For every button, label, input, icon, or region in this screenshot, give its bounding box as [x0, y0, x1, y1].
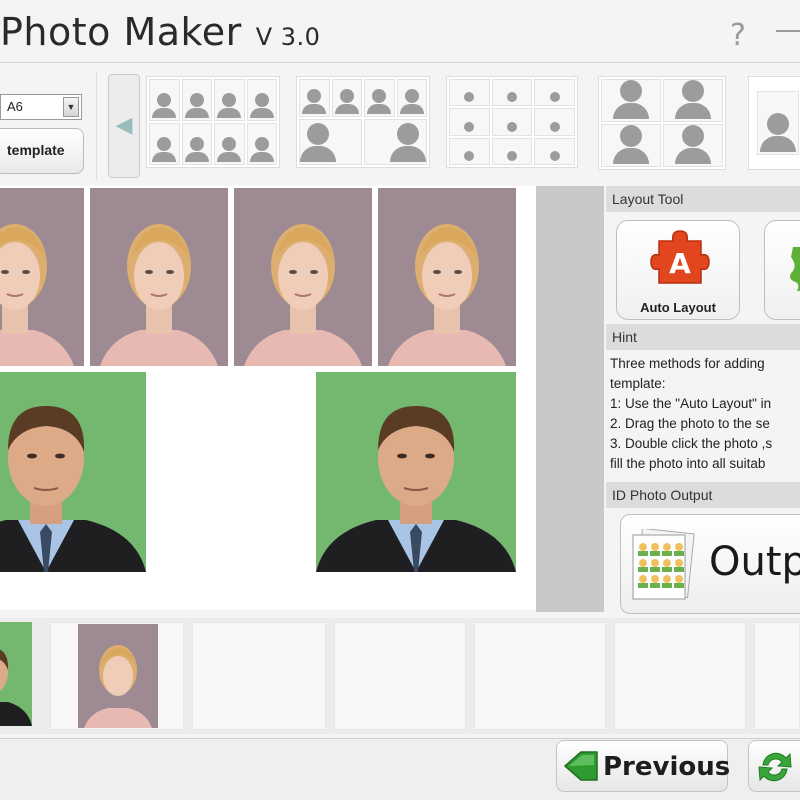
app-version: V 3.0 [255, 23, 321, 51]
paper-size-select[interactable]: A6 ▼ [0, 94, 82, 120]
tray-photo-woman[interactable] [78, 624, 158, 728]
app-title: Photo Maker V 3.0 [0, 10, 320, 54]
template-cell [214, 123, 245, 165]
layout-tool-header: Layout Tool [606, 186, 800, 212]
green-puzzle-icon [790, 247, 800, 291]
tray-slot[interactable] [334, 622, 466, 730]
template-cell [491, 108, 533, 136]
hint-line: fill the photo into all suitab [610, 456, 766, 471]
template-option-4-photos[interactable] [598, 76, 726, 170]
template-cell [449, 79, 490, 107]
template-cell [181, 123, 212, 165]
template-cell [181, 79, 212, 121]
tray-slot[interactable] [614, 622, 746, 730]
template-cell [299, 119, 362, 165]
template-cell [491, 79, 533, 107]
template-cell [299, 79, 330, 118]
template-cell [449, 108, 490, 136]
template-cell [449, 137, 490, 165]
divider [96, 72, 97, 180]
hint-line: template: [610, 376, 666, 391]
auto-layout-label: Auto Layout [640, 300, 716, 315]
template-cell [663, 79, 723, 122]
minimize-icon[interactable] [776, 30, 800, 42]
output-button[interactable]: Outp [620, 514, 800, 614]
template-cell [246, 123, 277, 165]
chevron-down-icon[interactable]: ▼ [63, 97, 79, 117]
template-cell [491, 137, 533, 165]
photo-sheet-icon [632, 529, 695, 600]
photo-maker-window: Photo Maker V 3.0 ? A6 ▼ template ◀ Layo… [0, 0, 800, 800]
output-label: Outp [709, 539, 800, 585]
divider [0, 62, 800, 63]
template-cell [601, 79, 661, 122]
template-option-6-photos[interactable] [296, 76, 430, 168]
template-button[interactable]: template [0, 128, 84, 174]
canvas-scrollbar[interactable] [536, 186, 604, 612]
template-cell [364, 119, 427, 165]
help-icon[interactable]: ? [730, 18, 746, 53]
template-cell [331, 79, 362, 118]
hint-line: 3. Double click the photo ,s [610, 436, 773, 451]
id-photo-output-header: ID Photo Output [606, 482, 800, 508]
template-cell [149, 79, 180, 121]
tray-slot[interactable] [474, 622, 606, 730]
template-cell [396, 79, 427, 118]
puzzle-icon: A [650, 230, 710, 284]
tray-slot[interactable] [754, 622, 800, 730]
refresh-icon [758, 752, 792, 782]
paper-size-value: A6 [7, 99, 23, 114]
manual-layout-button[interactable] [764, 220, 800, 320]
tray-slot[interactable] [192, 622, 326, 730]
template-cell [757, 91, 799, 155]
hint-line: Three methods for adding [610, 356, 765, 371]
photo-slot-man[interactable] [0, 372, 146, 572]
tray-photo-man[interactable] [0, 622, 32, 726]
template-cell [246, 79, 277, 121]
app-name: Photo Maker [0, 10, 242, 54]
template-option-8-photos[interactable] [146, 76, 280, 168]
svg-text:A: A [669, 247, 691, 280]
refresh-button[interactable] [748, 740, 800, 792]
template-cell [534, 108, 575, 136]
photo-slot-woman[interactable] [0, 188, 84, 366]
template-button-label: template [7, 142, 65, 158]
hint-text: Three methods for adding template: 1: Us… [610, 354, 800, 474]
photo-slot-woman[interactable] [378, 188, 516, 366]
template-option-1-photo[interactable] [748, 76, 800, 170]
photo-slot-woman[interactable] [234, 188, 372, 366]
template-cell [601, 124, 661, 167]
hint-header: Hint [606, 324, 800, 350]
template-cell [364, 79, 395, 118]
arrow-left-icon [564, 751, 598, 781]
auto-layout-button[interactable]: A Auto Layout [616, 220, 740, 320]
photo-slot-woman[interactable] [90, 188, 228, 366]
scroll-left-arrow-icon[interactable]: ◀ [108, 74, 140, 178]
hint-line: 1: Use the "Auto Layout" in [610, 396, 772, 411]
template-cell [214, 79, 245, 121]
previous-label: Previous [603, 752, 731, 782]
template-cell [534, 137, 575, 165]
photo-slot-man[interactable] [316, 372, 516, 572]
template-cell [663, 124, 723, 167]
previous-button[interactable]: Previous [556, 740, 731, 792]
template-cell [534, 79, 575, 107]
template-option-9-profiles[interactable] [446, 76, 578, 168]
template-cell [149, 123, 180, 165]
hint-line: 2. Drag the photo to the se [610, 416, 770, 431]
